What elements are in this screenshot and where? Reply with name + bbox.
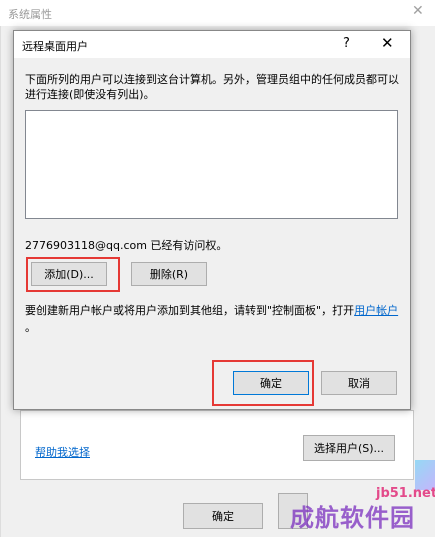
watermark-name: 成航软件园	[290, 504, 415, 532]
highlight-add-button	[26, 257, 120, 292]
background-window-title: 系统属性	[8, 8, 52, 21]
remote-desktop-users-dialog: 远程桌面用户 ? ✕ 下面所列的用户可以连接到这台计算机。另外，管理员组中的任何…	[13, 30, 411, 410]
dialog-title: 远程桌面用户	[22, 40, 88, 53]
highlight-ok-button	[212, 360, 314, 406]
info-text-tail: 。	[25, 321, 36, 334]
select-users-button[interactable]: 选择用户(S)...	[303, 435, 395, 461]
help-icon[interactable]: ?	[343, 36, 350, 51]
access-note: 2776903118@qq.com 已经有访问权。	[25, 239, 228, 252]
info-text-body: 要创建新用户帐户或将用户添加到其他组，请转到"控制面板"，打开	[25, 304, 355, 317]
background-close-icon[interactable]: ✕	[412, 3, 424, 19]
remove-user-button[interactable]: 删除(R)	[131, 262, 207, 286]
background-ok-button[interactable]: 确定	[183, 503, 263, 529]
dialog-description: 下面所列的用户可以连接到这台计算机。另外，管理员组中的任何成员都可以进行连接(即…	[25, 73, 399, 101]
background-titlebar	[0, 0, 435, 26]
cancel-button[interactable]: 取消	[321, 371, 397, 395]
info-text: 要创建新用户帐户或将用户添加到其他组，请转到"控制面板"，打开用户帐户。	[25, 302, 405, 336]
close-icon[interactable]: ✕	[381, 34, 394, 52]
help-me-choose-link[interactable]: 帮助我选择	[35, 444, 90, 460]
user-accounts-link[interactable]: 用户帐户	[354, 304, 398, 317]
user-listbox[interactable]	[25, 110, 398, 219]
